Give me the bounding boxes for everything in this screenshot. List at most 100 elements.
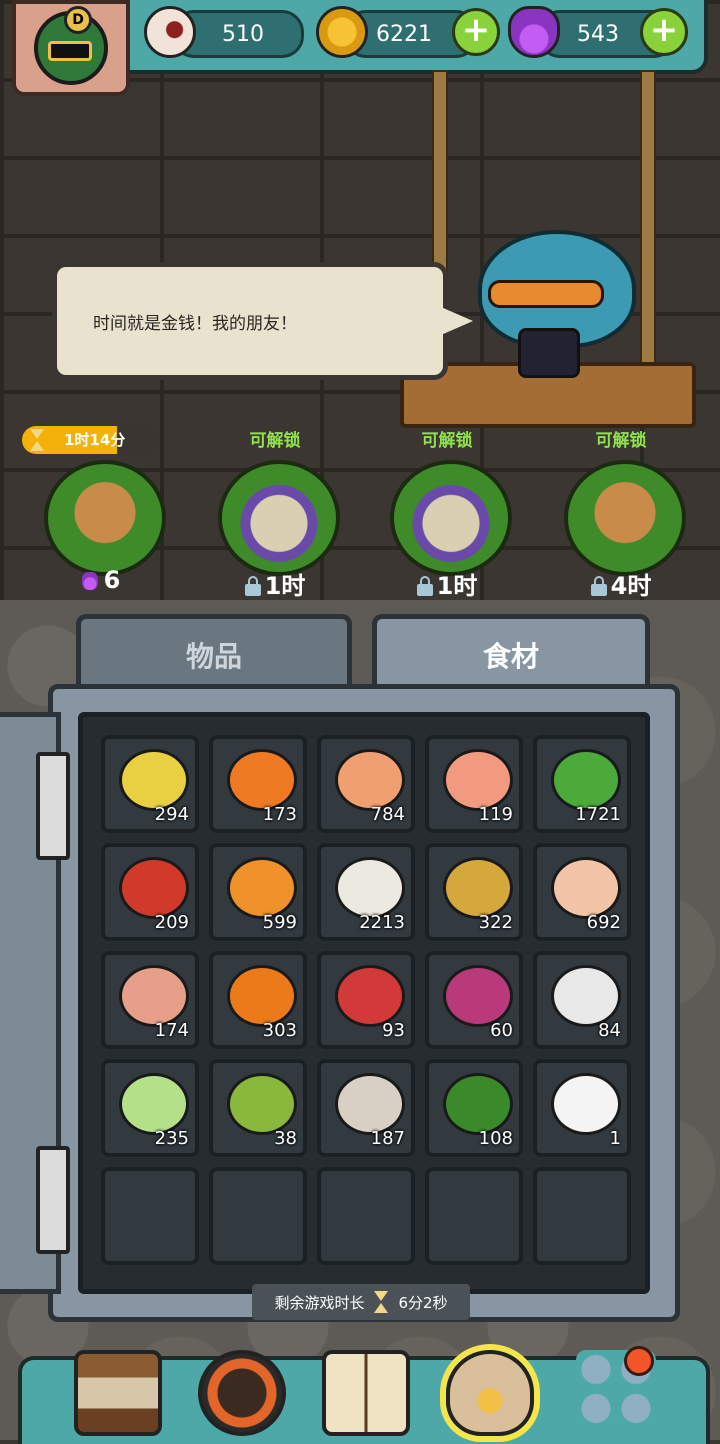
egg-monster-icon	[390, 460, 512, 576]
ingredient-slot-oyster[interactable]: 187	[317, 1059, 415, 1157]
fish-monster-body	[518, 328, 580, 378]
eyes-value: 510	[222, 21, 264, 47]
ingredient-quantity: 784	[370, 804, 405, 825]
coins-value: 6221	[376, 21, 432, 47]
door-hinge-top	[36, 752, 70, 860]
flour-icon	[335, 857, 405, 919]
empty-slot[interactable]	[533, 1167, 631, 1265]
nav-monster-icon[interactable]	[198, 1350, 286, 1436]
ingredient-quantity: 38	[274, 1128, 297, 1149]
ingredient-quantity: 322	[478, 912, 513, 933]
ingredient-slot-salmon[interactable]: 119	[425, 735, 523, 833]
slot-cost-value: 1时	[264, 572, 306, 600]
empty-slot[interactable]	[209, 1167, 307, 1265]
slot-cost-value: 6	[103, 566, 121, 594]
merchant-npc[interactable]	[478, 210, 636, 378]
corn-icon	[119, 749, 189, 811]
lock-icon	[416, 576, 433, 596]
speech-bubble: 时间就是金钱！我的朋友！	[52, 262, 473, 380]
ingredient-quantity: 187	[370, 1128, 405, 1149]
ingredient-slot-onion[interactable]: 60	[425, 951, 523, 1049]
add-potions-button[interactable]: +	[640, 8, 688, 56]
potion-icon	[508, 6, 560, 58]
ingredient-quantity: 303	[262, 1020, 297, 1041]
ingredient-quantity: 119	[478, 804, 513, 825]
play-time-label: 剩余游戏时长	[274, 1293, 365, 1312]
pumpkin-icon	[227, 965, 297, 1027]
ingredient-quantity: 235	[154, 1128, 189, 1149]
player-avatar[interactable]: D	[12, 0, 130, 96]
empty-slot[interactable]	[425, 1167, 523, 1265]
ingredient-grid: 294 173 784 119 1721 209 599 2213 322 692 174 303 93…	[78, 712, 650, 1294]
ingredient-slot-corn[interactable]: 294	[101, 735, 199, 833]
tomato-icon	[119, 857, 189, 919]
milk-icon	[551, 965, 621, 1027]
growth-slot-1[interactable]: 1时14分 6	[22, 420, 176, 600]
nav-shop-icon[interactable]	[74, 1350, 162, 1436]
rice-icon	[551, 1073, 621, 1135]
ingredient-slot-mushroom[interactable]: 599	[209, 843, 307, 941]
growth-slot-2[interactable]: 可解锁 1时	[200, 420, 350, 600]
ingredient-quantity: 108	[478, 1128, 513, 1149]
nav-recipe-book-icon[interactable]	[322, 1350, 410, 1436]
steak-icon	[335, 965, 405, 1027]
egg-icon	[335, 749, 405, 811]
cucumber-icon	[119, 1073, 189, 1135]
ingredient-quantity: 60	[490, 1020, 513, 1041]
carrot-icon	[227, 749, 297, 811]
ingredient-slot-broccoli[interactable]: 108	[425, 1059, 523, 1157]
ingredient-slot-cucumber[interactable]: 235	[101, 1059, 199, 1157]
slot-cost: 1时	[200, 566, 350, 601]
rank-badge: D	[64, 6, 92, 34]
mushroom-icon	[227, 857, 297, 919]
lock-icon	[244, 576, 261, 596]
ingredient-slot-steak[interactable]: 93	[317, 951, 415, 1049]
ingredient-slot-lettuce[interactable]: 1721	[533, 735, 631, 833]
ham-icon	[119, 965, 189, 1027]
ingredient-slot-milk[interactable]: 84	[533, 951, 631, 1049]
chicken-leg-icon	[551, 857, 621, 919]
fish-monster-mouth	[488, 280, 604, 308]
add-coins-button[interactable]: +	[452, 8, 500, 56]
ingredient-slot-rice[interactable]: 1	[533, 1059, 631, 1157]
oyster-icon	[335, 1073, 405, 1135]
ingredient-quantity: 2213	[359, 912, 405, 933]
lettuce-icon	[551, 749, 621, 811]
ingredient-slot-tomato[interactable]: 209	[101, 843, 199, 941]
hourglass-icon	[28, 429, 46, 451]
ingredient-slot-bitter-melon[interactable]: 38	[209, 1059, 307, 1157]
npc-speech-text: 时间就是金钱！我的朋友！	[93, 313, 297, 334]
slot-cost-value: 1时	[436, 572, 478, 600]
ingredient-quantity: 294	[154, 804, 189, 825]
empty-slot[interactable]	[101, 1167, 199, 1265]
ingredient-slot-ham[interactable]: 174	[101, 951, 199, 1049]
slot-cost: 6	[26, 566, 176, 594]
ingredient-quantity: 173	[262, 804, 297, 825]
potion-icon	[81, 572, 98, 590]
ingredient-slot-potato[interactable]: 322	[425, 843, 523, 941]
ingredient-quantity: 174	[154, 1020, 189, 1041]
eyeball-icon	[144, 6, 196, 58]
ingredient-slot-egg[interactable]: 784	[317, 735, 415, 833]
notification-dot	[624, 1346, 654, 1376]
slot-status: 可解锁	[249, 431, 301, 451]
slot-status: 可解锁	[595, 431, 647, 451]
growth-slot-4[interactable]: 可解锁 4时	[546, 420, 696, 600]
salmon-icon	[443, 749, 513, 811]
onion-icon	[443, 965, 513, 1027]
lock-icon	[590, 576, 607, 596]
slot-status: 可解锁	[421, 431, 473, 451]
ingredient-quantity: 599	[262, 912, 297, 933]
growth-timer-value: 1时14分	[64, 431, 126, 449]
empty-slot[interactable]	[317, 1167, 415, 1265]
coin-icon	[316, 6, 368, 58]
growth-slot-3[interactable]: 可解锁 1时	[372, 420, 522, 600]
potato-icon	[443, 857, 513, 919]
ingredient-slot-pumpkin[interactable]: 303	[209, 951, 307, 1049]
ingredient-slot-chicken-leg[interactable]: 692	[533, 843, 631, 941]
slot-cost-value: 4时	[610, 572, 652, 600]
slot-cost: 4时	[546, 566, 696, 601]
ingredient-slot-flour[interactable]: 2213	[317, 843, 415, 941]
ingredient-slot-carrot[interactable]: 173	[209, 735, 307, 833]
nav-bag-icon[interactable]	[446, 1350, 534, 1436]
